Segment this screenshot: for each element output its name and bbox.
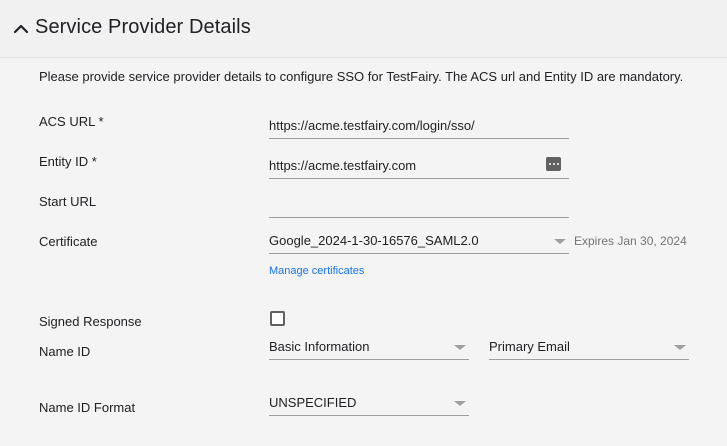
arrow-drop-down-icon — [554, 239, 566, 244]
certificate-select[interactable]: Google_2024-1-30-16576_SAML2.0 — [269, 228, 569, 254]
certificate-expiry: Expires Jan 30, 2024 — [574, 234, 687, 248]
arrow-drop-down-icon — [454, 345, 466, 350]
manage-certificates-link[interactable]: Manage certificates — [269, 265, 364, 277]
name-id-format-select[interactable]: UNSPECIFIED — [269, 390, 469, 416]
section-title: Service Provider Details — [35, 16, 251, 38]
acs-url-value: https://acme.testfairy.com/login/sso/ — [269, 118, 475, 133]
name-id-attribute-value: Basic Information — [269, 339, 370, 354]
certificate-label: Certificate — [39, 234, 98, 249]
signed-response-checkbox[interactable] — [270, 311, 285, 326]
name-id-field-value: Primary Email — [489, 339, 570, 354]
acs-url-input[interactable]: https://acme.testfairy.com/login/sso/ — [269, 113, 569, 139]
name-id-attribute-select[interactable]: Basic Information — [269, 334, 469, 360]
intro-text: Please provide service provider details … — [39, 69, 684, 84]
start-url-label: Start URL — [39, 194, 97, 209]
name-id-format-value: UNSPECIFIED — [269, 395, 357, 410]
arrow-drop-down-icon — [674, 345, 686, 350]
certificate-value: Google_2024-1-30-16576_SAML2.0 — [269, 233, 479, 248]
chevron-up-icon[interactable] — [10, 18, 32, 40]
section-header: Service Provider Details — [0, 0, 727, 58]
start-url-input[interactable] — [269, 192, 569, 218]
entity-id-input[interactable]: https://acme.testfairy.com — [269, 153, 569, 179]
more-horiz-icon[interactable] — [546, 157, 561, 171]
entity-id-value: https://acme.testfairy.com — [269, 158, 417, 173]
name-id-field-select[interactable]: Primary Email — [489, 334, 689, 360]
service-provider-panel: Service Provider Details Please provide … — [0, 0, 727, 446]
entity-id-label: Entity ID * — [39, 154, 97, 169]
signed-response-label: Signed Response — [39, 314, 142, 329]
arrow-drop-down-icon — [454, 401, 466, 406]
name-id-format-label: Name ID Format — [39, 400, 136, 415]
name-id-label: Name ID — [39, 344, 91, 359]
acs-url-label: ACS URL * — [39, 114, 104, 129]
